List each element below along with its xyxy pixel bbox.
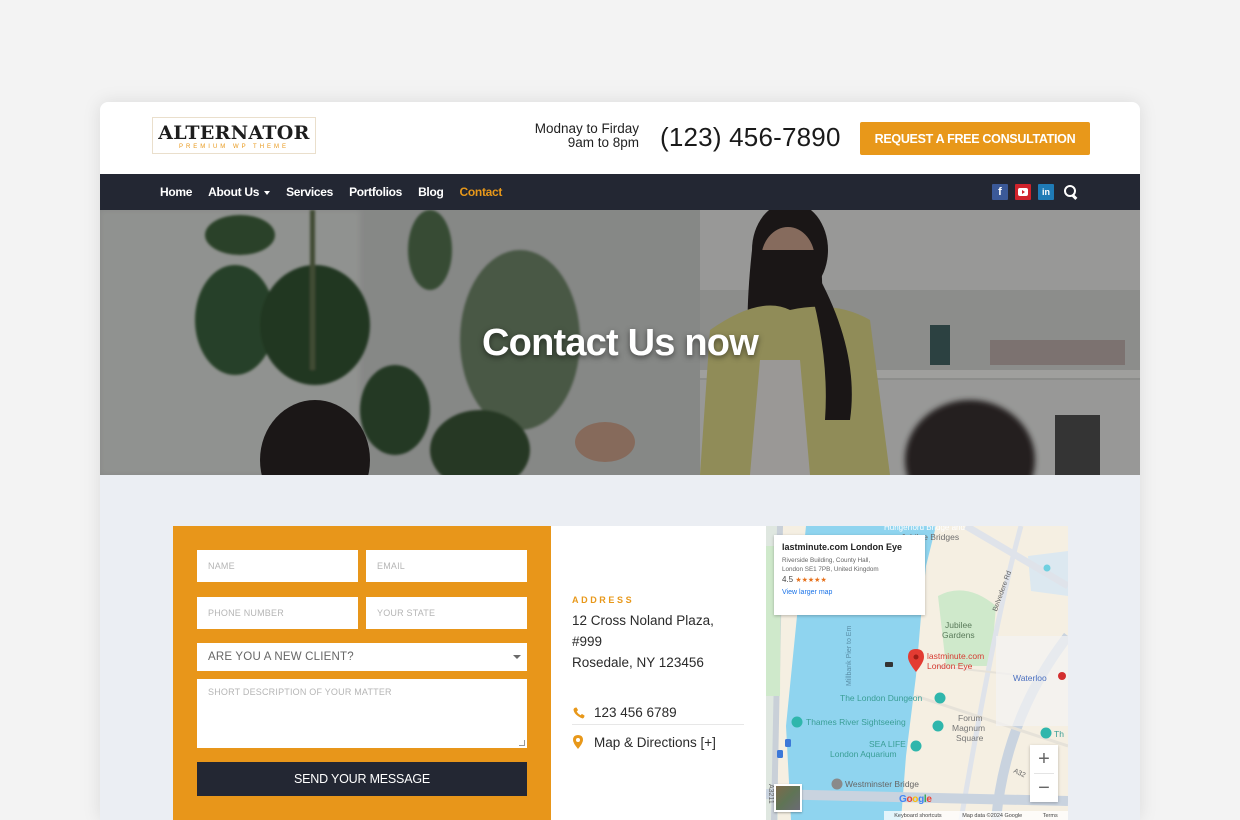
hours-days: Modnay to Firday [534,121,639,136]
contact-form: NAME EMAIL PHONE NUMBER YOUR STATE ARE Y… [173,526,551,820]
hero-title: Contact Us now [482,322,759,364]
site-logo[interactable]: ALTERNATOR PREMIUM WP THEME [152,117,316,154]
nav-label: Contact [459,185,503,199]
contact-section: NAME EMAIL PHONE NUMBER YOUR STATE ARE Y… [173,526,1068,820]
map-label: London Eye [927,661,973,671]
address-line-3: Rosedale, NY 123456 [572,655,704,670]
map-label: Th [1054,729,1064,739]
place-address: Riverside Building, County Hall, London … [782,556,917,574]
nav-item-contact[interactable]: Contact [460,185,503,199]
place-rating: 4.5 ★★★★★ [782,575,917,584]
hours-times: 9am to 8pm [567,135,639,150]
zoom-in-button[interactable]: + [1030,745,1058,773]
map-label: Millbank Pier to Em [846,625,853,686]
send-message-button[interactable]: SEND YOUR MESSAGE [197,762,527,796]
contact-info: ADDRESS 12 Cross Noland Plaza, #999 Rose… [551,526,766,820]
star-rating-icon: ★★★★★ [795,577,827,584]
map-zoom-controls: + − [1030,745,1058,802]
search-icon[interactable] [1064,185,1078,199]
terms-link[interactable]: Terms [1043,813,1058,819]
address-label: ADDRESS [572,595,635,605]
linkedin-icon[interactable]: in [1038,184,1054,200]
map-label: The London Dungeon [840,693,923,703]
address-line-1: 12 Cross Noland Plaza, [572,613,714,628]
address-line-2: #999 [572,634,603,649]
map-pin-icon [572,735,586,749]
browser-page: ALTERNATOR PREMIUM WP THEME Modnay to Fi… [100,102,1140,820]
contact-phone[interactable]: 123 456 6789 [572,703,744,725]
header-phone[interactable]: (123) 456-7890 [660,122,841,153]
map-footer: Keyboard shortcuts Map data ©2024 Google… [884,811,1068,820]
google-logo: Google [899,794,932,805]
phone-input[interactable]: PHONE NUMBER [197,597,358,629]
chevron-down-icon [264,190,271,195]
satellite-toggle[interactable] [774,784,802,812]
map-label: Thames River Sightseeing [806,717,906,727]
email-input[interactable]: EMAIL [366,550,527,582]
main-nav: Home About Us Services Portfolios Blog C… [100,174,1140,210]
place-address-line: Riverside Building, County Hall, [782,557,871,564]
map-label: Jubilee [945,620,972,630]
chevron-down-icon [513,655,521,659]
map-data-text: Map data ©2024 Google [962,812,1023,819]
state-input[interactable]: YOUR STATE [366,597,527,629]
logo-subtitle: PREMIUM WP THEME [178,144,290,150]
zoom-out-button[interactable]: − [1030,774,1058,802]
rating-value: 4.5 [782,575,794,584]
place-info-card: lastminute.com London Eye Riverside Buil… [774,535,925,615]
textarea-placeholder: SHORT DESCRIPTION OF YOUR MATTER [208,687,392,697]
youtube-icon[interactable] [1015,184,1031,200]
select-value: ARE YOU A NEW CLIENT? [208,651,354,663]
map-label: SEA LIFE [869,739,906,749]
phone-icon [572,706,586,720]
contact-phone-text: 123 456 6789 [594,705,677,720]
nav-item-blog[interactable]: Blog [418,185,444,199]
map-label: Forum [958,713,983,723]
view-larger-map-link[interactable]: View larger map [782,589,917,596]
request-consultation-button[interactable]: REQUEST A FREE CONSULTATION [860,122,1090,155]
map-label: Magnum [952,723,986,733]
resize-handle-icon[interactable] [519,740,525,746]
map-label: Westminster Bridge [845,779,920,789]
site-header: ALTERNATOR PREMIUM WP THEME Modnay to Fi… [100,102,1140,174]
map-label: Square [956,733,984,743]
map-label: Gardens [942,630,975,640]
place-title: lastminute.com London Eye [782,542,903,552]
facebook-icon[interactable]: f [992,184,1008,200]
map-label: lastminute.com [927,651,985,661]
map-label: London Aquarium [830,749,897,759]
map-label: A3211 [767,784,774,804]
map-label: Waterloo [1013,673,1047,683]
map-directions-link[interactable]: Map & Directions [+] [572,731,744,753]
name-input[interactable]: NAME [197,550,358,582]
place-address-line: London SE1 7PB, United Kingdom [782,566,879,573]
nav-label: About Us [208,185,260,199]
nav-label: Home [160,185,193,199]
map-directions-text: Map & Directions [+] [594,734,716,750]
description-textarea[interactable]: SHORT DESCRIPTION OF YOUR MATTER [197,679,527,748]
logo-title: ALTERNATOR [158,122,310,144]
nav-item-home[interactable]: Home [160,185,192,199]
nav-item-portfolios[interactable]: Portfolios [349,185,402,199]
hero-banner: Contact Us now [100,210,1140,475]
business-hours: Modnay to Firday 9am to 8pm [508,122,639,150]
keyboard-shortcuts-link[interactable]: Keyboard shortcuts [894,813,941,819]
google-map[interactable]: Hungerford Bridge and Jubilee Bridges Ju… [766,526,1068,820]
nav-item-services[interactable]: Services [286,185,333,199]
nav-label: Blog [418,185,444,199]
new-client-select[interactable]: ARE YOU A NEW CLIENT? [197,643,527,671]
nav-label: Portfolios [349,185,403,199]
nav-label: Services [286,185,334,199]
nav-item-about-us[interactable]: About Us [208,185,271,199]
social-links: f in [992,184,1078,200]
